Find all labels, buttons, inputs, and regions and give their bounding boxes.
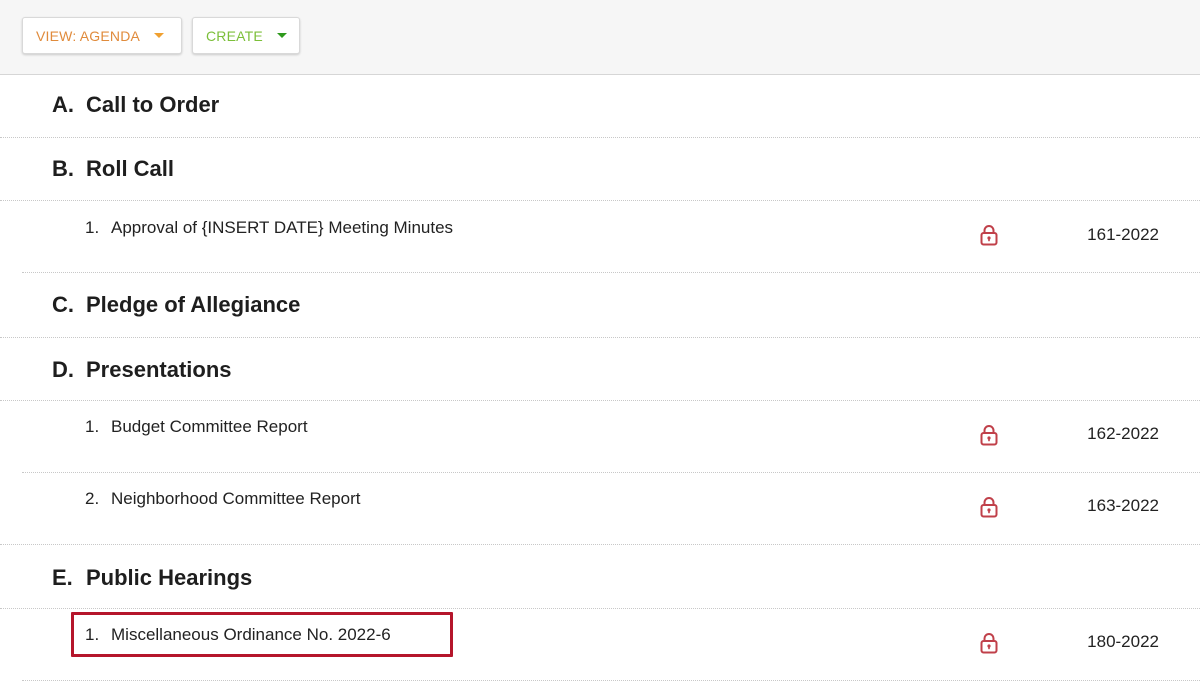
section-row[interactable]: C. Pledge of Allegiance: [0, 273, 1200, 337]
section-letter: C.: [52, 292, 74, 317]
item-code: 180-2022: [1087, 632, 1159, 651]
item-number: 2.: [85, 489, 100, 508]
view-agenda-label: VIEW: AGENDA: [36, 27, 141, 44]
section-row[interactable]: E. Public Hearings: [0, 545, 1200, 608]
lock-icon: [980, 425, 998, 446]
section-title: Public Hearings: [86, 565, 253, 590]
item-number: 1.: [85, 417, 100, 436]
agenda-item-row[interactable]: 2. Neighborhood Committee Report 163-202…: [0, 473, 1200, 544]
section-title: Call to Order: [86, 92, 220, 117]
lock-icon: [980, 633, 998, 654]
item-title-link[interactable]: Approval of {INSERT DATE} Meeting Minute…: [111, 218, 453, 238]
agenda-item-row[interactable]: 1. Approval of {INSERT DATE} Meeting Min…: [0, 201, 1200, 272]
item-code: 163-2022: [1087, 496, 1159, 515]
item-number: 1.: [85, 218, 100, 237]
section-title: Pledge of Allegiance: [86, 292, 301, 317]
create-label: CREATE: [206, 27, 263, 44]
item-code: 161-2022: [1087, 225, 1159, 244]
section-row[interactable]: B. Roll Call: [0, 138, 1200, 200]
section-letter: A.: [52, 92, 74, 117]
section-row[interactable]: A. Call to Order: [0, 75, 1200, 137]
agenda-toolbar: VIEW: AGENDA CREATE: [0, 0, 1200, 75]
divider: [22, 680, 1200, 681]
caret-down-icon: [276, 33, 287, 38]
section-letter: B.: [52, 156, 74, 181]
item-title-link[interactable]: Budget Committee Report: [111, 417, 308, 437]
view-agenda-dropdown[interactable]: VIEW: AGENDA: [22, 17, 182, 54]
section-letter: E.: [52, 565, 73, 590]
section-title: Presentations: [86, 357, 232, 382]
item-title-link[interactable]: Neighborhood Committee Report: [111, 489, 360, 509]
create-dropdown[interactable]: CREATE: [192, 17, 300, 54]
section-title: Roll Call: [86, 156, 175, 181]
lock-icon: [980, 497, 998, 518]
caret-down-icon: [154, 33, 165, 38]
section-row[interactable]: D. Presentations: [0, 338, 1200, 400]
lock-icon: [980, 225, 998, 246]
highlight-box: [71, 612, 453, 657]
agenda-item-row[interactable]: 1. Budget Committee Report 162-2022: [0, 401, 1200, 472]
item-code: 162-2022: [1087, 424, 1159, 443]
section-letter: D.: [52, 357, 74, 382]
